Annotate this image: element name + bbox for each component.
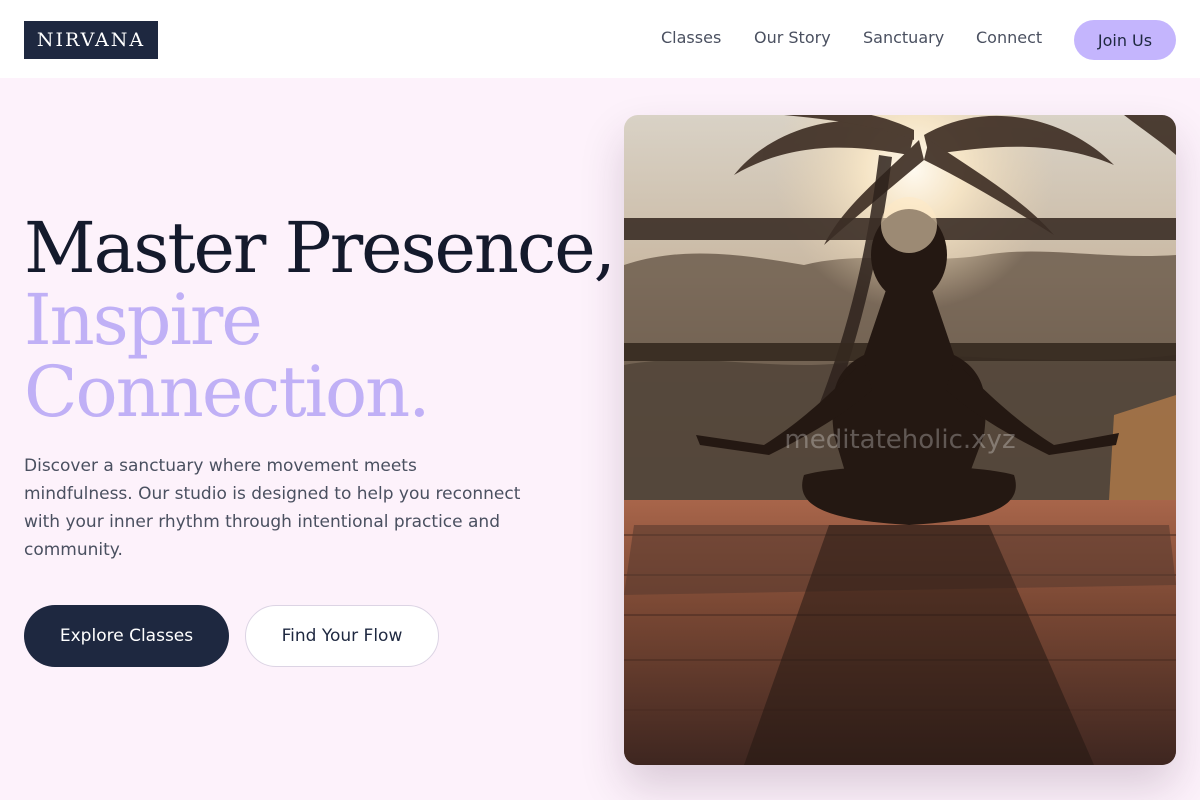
site-header: NIRVANA Classes Our Story Sanctuary Conn… (0, 0, 1200, 78)
hero-title-line-3: Connection. (24, 351, 431, 433)
image-watermark: meditateholic.xyz (784, 425, 1016, 455)
join-us-button[interactable]: Join Us (1074, 20, 1176, 60)
hero-meditation-image: meditateholic.xyz (624, 115, 1176, 765)
nav-link-our-story[interactable]: Our Story (754, 28, 831, 47)
logo[interactable]: NIRVANA (24, 21, 158, 59)
hero-title: Master Presence, Inspire Connection. (24, 207, 616, 433)
nav-link-classes[interactable]: Classes (661, 28, 721, 47)
hero-title-line-2: Inspire (24, 279, 263, 361)
hero-description: Discover a sanctuary where movement meet… (24, 456, 521, 560)
hero-title-line-1: Master Presence, (24, 207, 616, 289)
nav-link-connect[interactable]: Connect (976, 28, 1042, 47)
explore-classes-button[interactable]: Explore Classes (24, 605, 229, 667)
nav-link-sanctuary[interactable]: Sanctuary (863, 28, 944, 47)
find-your-flow-button[interactable]: Find Your Flow (245, 605, 439, 667)
